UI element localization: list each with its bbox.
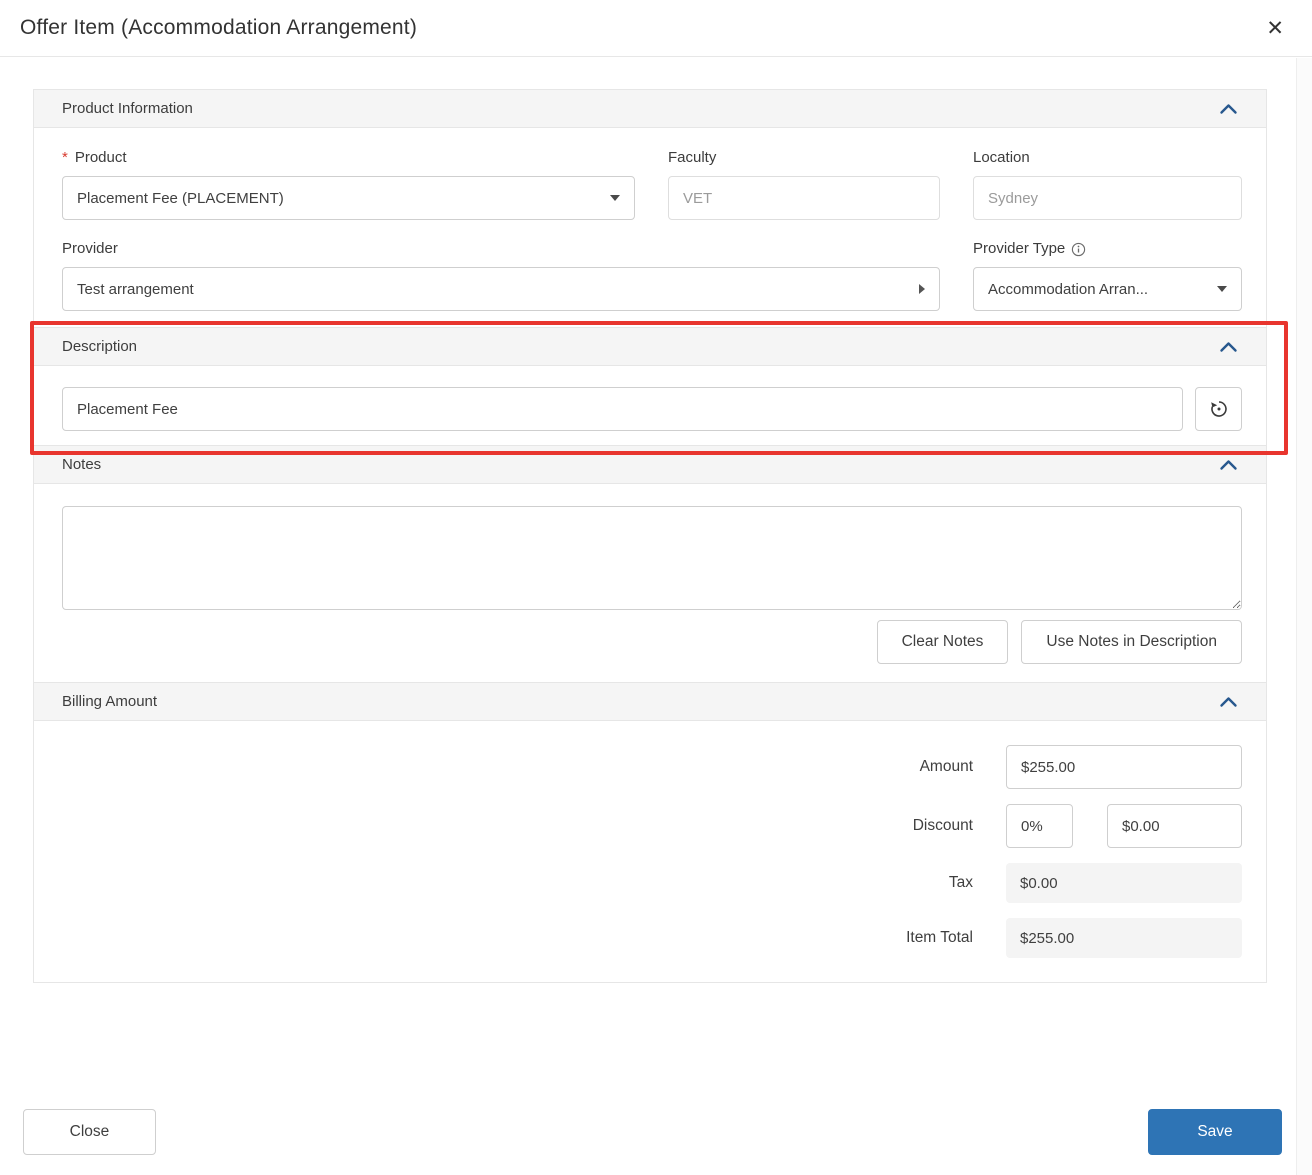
chevron-up-icon bbox=[1219, 103, 1238, 115]
notes-title: Notes bbox=[62, 456, 101, 473]
discount-label: Discount bbox=[913, 817, 973, 835]
product-select-value: Placement Fee (PLACEMENT) bbox=[77, 190, 284, 207]
description-highlight-wrapper: Description bbox=[33, 327, 1267, 446]
provider-type-select[interactable]: Accommodation Arran... bbox=[973, 267, 1242, 311]
location-label: Location bbox=[973, 148, 1242, 168]
billing-amount-title: Billing Amount bbox=[62, 693, 157, 710]
chevron-up-icon bbox=[1219, 696, 1238, 708]
faculty-label: Faculty bbox=[668, 148, 940, 168]
notes-buttons: Clear Notes Use Notes in Description bbox=[62, 620, 1242, 664]
amount-row: Amount bbox=[62, 745, 1242, 789]
location-field: Location bbox=[973, 148, 1242, 220]
modal-content: Product Information *Product Placement F… bbox=[0, 57, 1312, 983]
amount-input[interactable] bbox=[1006, 745, 1242, 789]
notes-header: Notes bbox=[34, 446, 1266, 484]
provider-type-label: Provider Type bbox=[973, 239, 1242, 259]
provider-label: Provider bbox=[62, 239, 940, 259]
modal-footer: Close Save bbox=[0, 1109, 1312, 1155]
clear-notes-button[interactable]: Clear Notes bbox=[877, 620, 1009, 664]
product-label: *Product bbox=[62, 148, 635, 168]
section-product-information: Product Information *Product Placement F… bbox=[33, 89, 1267, 328]
item-total-row: Item Total $255.00 bbox=[62, 918, 1242, 958]
discount-amount-input[interactable] bbox=[1107, 804, 1242, 848]
caret-down-icon bbox=[1217, 286, 1227, 292]
provider-type-value: Accommodation Arran... bbox=[988, 281, 1148, 298]
description-collapse-button[interactable] bbox=[1217, 339, 1240, 355]
scrollbar-track[interactable] bbox=[1296, 58, 1312, 1175]
faculty-input bbox=[668, 176, 940, 220]
description-title: Description bbox=[62, 338, 137, 355]
caret-down-icon bbox=[610, 195, 620, 201]
product-field: *Product Placement Fee (PLACEMENT) bbox=[62, 148, 635, 220]
product-information-header: Product Information bbox=[34, 90, 1266, 128]
billing-collapse-button[interactable] bbox=[1217, 694, 1240, 710]
close-icon: ✕ bbox=[1266, 17, 1284, 40]
footer-close-button[interactable]: Close bbox=[23, 1109, 156, 1155]
product-information-title: Product Information bbox=[62, 100, 193, 117]
offer-item-modal: Offer Item (Accommodation Arrangement) ✕… bbox=[0, 0, 1312, 1155]
location-input bbox=[973, 176, 1242, 220]
restore-icon bbox=[1209, 399, 1229, 419]
description-header: Description bbox=[34, 328, 1266, 366]
amount-label: Amount bbox=[920, 758, 973, 776]
use-notes-in-description-button[interactable]: Use Notes in Description bbox=[1021, 620, 1242, 664]
faculty-field: Faculty bbox=[668, 148, 940, 220]
discount-row: Discount bbox=[62, 804, 1242, 848]
section-billing-amount: Billing Amount Amount Discount bbox=[33, 682, 1267, 983]
modal-title: Offer Item (Accommodation Arrangement) bbox=[20, 16, 417, 40]
product-information-collapse-button[interactable] bbox=[1217, 101, 1240, 117]
billing-amount-header: Billing Amount bbox=[34, 683, 1266, 721]
arrow-right-icon bbox=[919, 284, 925, 294]
description-body bbox=[34, 366, 1266, 445]
restore-description-button[interactable] bbox=[1195, 387, 1242, 431]
provider-field: Provider Test arrangement bbox=[62, 239, 940, 311]
save-button[interactable]: Save bbox=[1148, 1109, 1282, 1155]
tax-value: $0.00 bbox=[1006, 863, 1242, 903]
description-input[interactable] bbox=[62, 387, 1183, 431]
product-select[interactable]: Placement Fee (PLACEMENT) bbox=[62, 176, 635, 220]
notes-collapse-button[interactable] bbox=[1217, 457, 1240, 473]
info-icon bbox=[1071, 242, 1086, 257]
provider-value: Test arrangement bbox=[77, 281, 194, 298]
section-description: Description bbox=[33, 327, 1267, 446]
provider-type-field: Provider Type Accommodation Arran... bbox=[973, 239, 1242, 311]
notes-textarea[interactable] bbox=[62, 506, 1242, 610]
item-total-value: $255.00 bbox=[1006, 918, 1242, 958]
chevron-up-icon bbox=[1219, 459, 1238, 471]
item-total-label: Item Total bbox=[906, 929, 973, 947]
discount-percent-input[interactable] bbox=[1006, 804, 1073, 848]
required-asterisk: * bbox=[62, 148, 68, 168]
modal-header: Offer Item (Accommodation Arrangement) ✕ bbox=[0, 0, 1312, 57]
product-information-body: *Product Placement Fee (PLACEMENT) Facul… bbox=[34, 128, 1266, 327]
tax-row: Tax $0.00 bbox=[62, 863, 1242, 903]
billing-body: Amount Discount Tax $0.00 bbox=[34, 721, 1266, 982]
provider-lookup[interactable]: Test arrangement bbox=[62, 267, 940, 311]
modal-close-button[interactable]: ✕ bbox=[1262, 14, 1288, 43]
tax-label: Tax bbox=[949, 874, 973, 892]
notes-body: Clear Notes Use Notes in Description bbox=[34, 484, 1266, 682]
section-notes: Notes Clear Notes Use Notes in Descripti… bbox=[33, 445, 1267, 683]
chevron-up-icon bbox=[1219, 341, 1238, 353]
